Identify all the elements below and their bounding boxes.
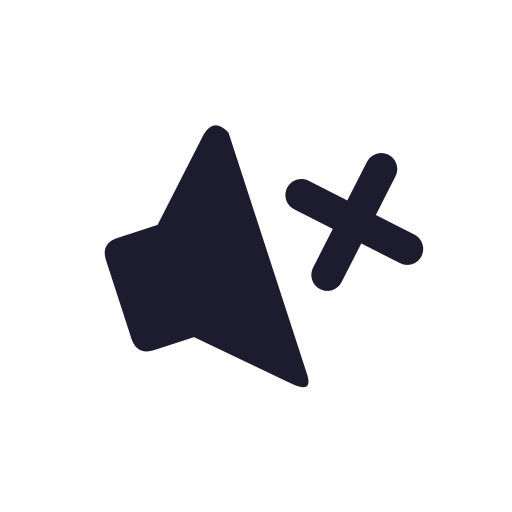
speaker-body-icon [104, 125, 309, 388]
volume-mute-icon [104, 125, 424, 388]
icon-canvas [0, 0, 512, 512]
mute-x-icon [285, 153, 424, 291]
